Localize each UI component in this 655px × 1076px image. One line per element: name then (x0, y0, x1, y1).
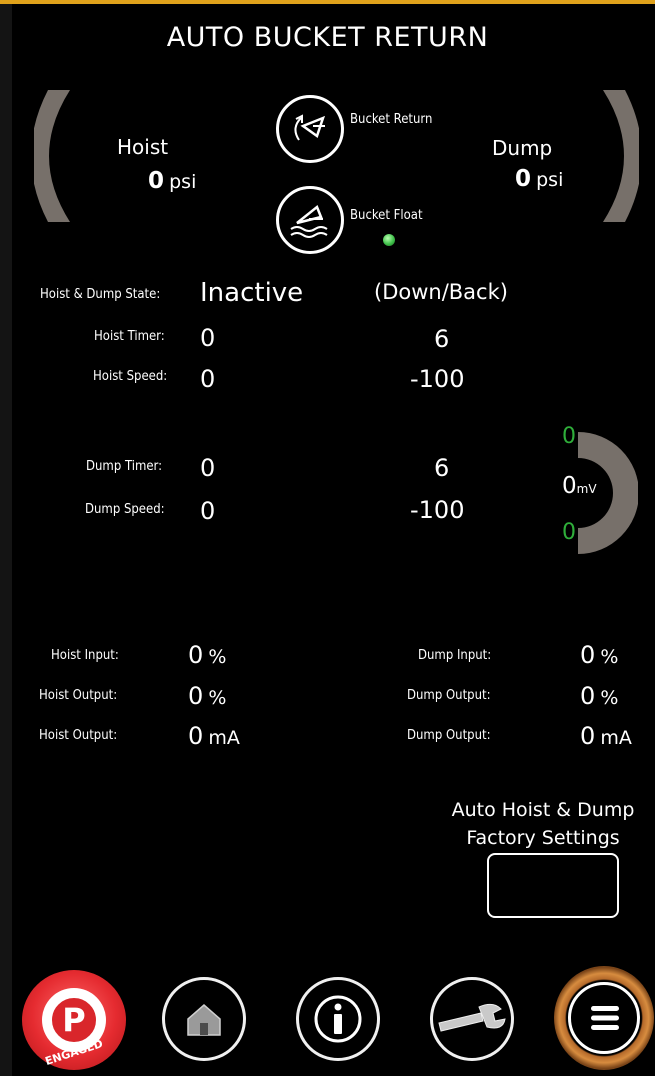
hoist-timer-label: Hoist Timer: (94, 329, 165, 344)
hoist-input-readout: 0 % (188, 641, 226, 669)
hoist-output-ma-label: Hoist Output: (39, 728, 118, 743)
dump-input-value: 0 (580, 641, 596, 669)
wrench-button[interactable] (430, 977, 514, 1061)
factory-settings-button[interactable] (487, 853, 619, 918)
hamburger-icon (591, 1006, 619, 1030)
dump-output-ma-readout: 0 mA (580, 722, 632, 750)
dump-pressure-value: 0 (515, 166, 532, 192)
hoist-gauge-arc (34, 90, 70, 222)
hoist-label: Hoist (117, 135, 169, 159)
bucket-float-button[interactable] (276, 186, 344, 254)
bucket-float-indicator-led (383, 234, 395, 246)
dump-output-pct-readout: 0 % (580, 682, 618, 710)
parking-brake-button[interactable]: P ENGAGED (22, 970, 126, 1070)
menu-button[interactable] (554, 966, 654, 1070)
hoist-output-pct-label: Hoist Output: (39, 688, 118, 703)
hoist-output-ma-value: 0 (188, 722, 204, 750)
hoist-pressure-readout: 0 psi (148, 168, 196, 194)
page-title: AUTO BUCKET RETURN (166, 22, 489, 53)
hoist-output-pct-unit: % (208, 687, 227, 709)
mv-gauge-readout: 0mV (562, 473, 597, 499)
dump-speed-setpoint: -100 (410, 496, 465, 524)
hoist-timer-value: 0 (200, 324, 216, 352)
dump-timer-value: 0 (200, 454, 216, 482)
dump-speed-value: 0 (200, 497, 216, 525)
dump-label: Dump (492, 136, 553, 160)
hoist-speed-label: Hoist Speed: (93, 369, 168, 384)
bucket-float-label: Bucket Float (350, 208, 423, 223)
dump-output-ma-value: 0 (580, 722, 596, 750)
hoist-output-ma-unit: mA (208, 727, 240, 749)
info-icon (314, 995, 362, 1043)
hoist-pressure-value: 0 (148, 168, 165, 194)
hoist-output-pct-readout: 0 % (188, 682, 226, 710)
top-accent-line (0, 0, 655, 4)
hoist-input-unit: % (208, 646, 227, 668)
factory-settings-line-1: Auto Hoist & Dump (451, 799, 635, 821)
bucket-return-button[interactable] (276, 95, 344, 163)
mv-gauge-bottom-value: 0 (562, 520, 576, 545)
dump-input-unit: % (600, 646, 619, 668)
screen: AUTO BUCKET RETURN Hoist 0 psi Dump 0 ps… (0, 0, 655, 1076)
dump-pressure-readout: 0 psi (515, 166, 563, 192)
state-direction: (Down/Back) (374, 280, 508, 304)
hoist-output-ma-readout: 0 mA (188, 722, 240, 750)
dump-input-label: Dump Input: (418, 648, 492, 663)
hoist-timer-setpoint: 6 (434, 325, 450, 353)
dump-output-ma-unit: mA (600, 727, 632, 749)
dump-output-ma-label: Dump Output: (407, 728, 491, 743)
hoist-speed-setpoint: -100 (410, 365, 465, 393)
factory-settings-line-2: Factory Settings (466, 827, 620, 849)
state-value: Inactive (200, 278, 304, 308)
left-frame (0, 4, 12, 1076)
dump-timer-setpoint: 6 (434, 454, 450, 482)
dump-gauge-arc (603, 90, 639, 222)
dump-input-readout: 0 % (580, 641, 618, 669)
info-button[interactable] (296, 977, 380, 1061)
mv-gauge-top-value: 0 (562, 424, 576, 449)
hoist-input-value: 0 (188, 641, 204, 669)
dump-output-pct-value: 0 (580, 682, 596, 710)
home-button[interactable] (162, 977, 246, 1061)
parking-brake-letter: P (62, 1001, 86, 1039)
mv-gauge-unit: mV (576, 482, 597, 496)
state-label: Hoist & Dump State: (40, 287, 161, 302)
hoist-input-label: Hoist Input: (51, 648, 119, 663)
dump-pressure-unit: psi (536, 169, 564, 191)
wrench-icon (438, 1003, 506, 1032)
dump-output-pct-label: Dump Output: (407, 688, 491, 703)
mv-gauge-value: 0 (562, 473, 577, 499)
dump-pressure-gauge (603, 90, 639, 222)
bucket-return-icon (294, 114, 326, 141)
home-icon (187, 1004, 221, 1036)
bucket-float-icon (290, 204, 328, 238)
hoist-pressure-unit: psi (169, 171, 197, 193)
hoist-output-pct-value: 0 (188, 682, 204, 710)
hoist-pressure-gauge (34, 90, 70, 222)
dump-output-pct-unit: % (600, 687, 619, 709)
dump-timer-label: Dump Timer: (86, 459, 163, 474)
factory-settings-title: Auto Hoist & Dump Factory Settings (432, 796, 654, 852)
hoist-speed-value: 0 (200, 365, 216, 393)
bucket-return-label: Bucket Return (350, 112, 433, 127)
dump-speed-label: Dump Speed: (85, 502, 165, 517)
